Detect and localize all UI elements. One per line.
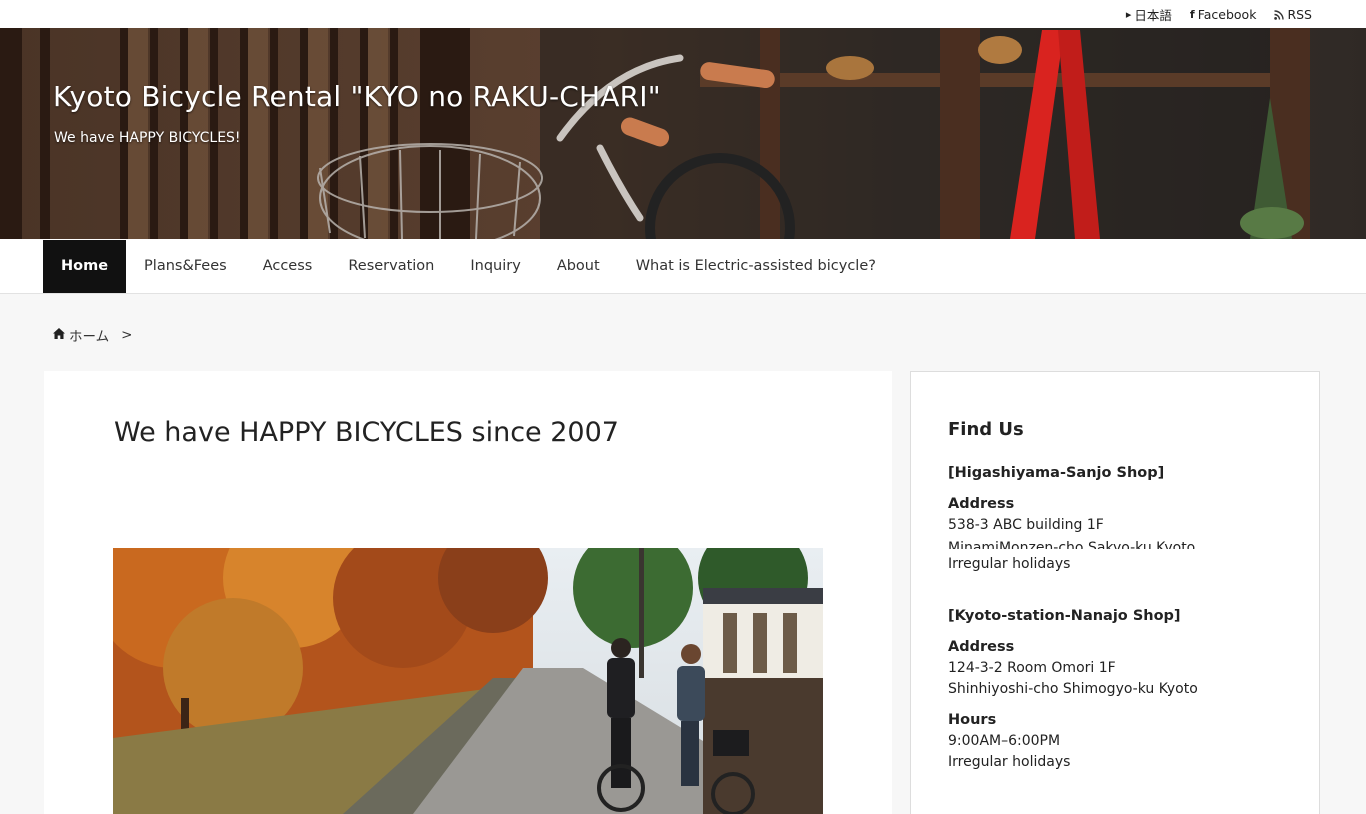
nav-item-reservation[interactable]: Reservation [330, 240, 452, 293]
top-utility-bar: ▸ 日本語 f Facebook RSS [0, 0, 1366, 28]
rss-link[interactable]: RSS [1274, 5, 1312, 24]
shop2-address-line2: Shinhiyoshi-cho Shimogyo-ku Kyoto [948, 681, 1198, 697]
shop1-holidays: Irregular holidays [948, 556, 1071, 572]
main-navigation: Home Plans&Fees Access Reservation Inqui… [0, 239, 1366, 294]
shop1-address-line1: 538-3 ABC building 1F [948, 517, 1104, 533]
facebook-icon: f [1189, 8, 1195, 21]
site-description: We have HAPPY BICYCLES! [54, 130, 241, 146]
site-title[interactable]: Kyoto Bicycle Rental "KYO no RAKU-CHARI" [53, 80, 661, 113]
caret-right-icon: ▸ [1125, 8, 1132, 21]
shop2-address-line1: 124-3-2 Room Omori 1F [948, 660, 1116, 676]
top-links: ▸ 日本語 f Facebook RSS [1126, 5, 1312, 24]
page-heading: We have HAPPY BICYCLES since 2007 [114, 417, 619, 448]
nav-item-access[interactable]: Access [245, 240, 331, 293]
shop2-holidays: Irregular holidays [948, 754, 1071, 770]
shop2-hours-label: Hours [948, 712, 997, 728]
nav-item-plans-fees[interactable]: Plans&Fees [126, 240, 245, 293]
header-banner: Kyoto Bicycle Rental "KYO no RAKU-CHARI"… [0, 28, 1366, 239]
shop1-address-line2: MinamiMonzen-cho Sakyo-ku Kyoto [948, 540, 1196, 549]
home-icon [53, 327, 65, 343]
facebook-link[interactable]: f Facebook [1190, 5, 1257, 24]
breadcrumb: ホーム > [53, 325, 132, 345]
main-content: We have HAPPY BICYCLES since 2007 [44, 371, 892, 814]
sidebar-title: Find Us [948, 419, 1024, 440]
nav-item-home[interactable]: Home [43, 240, 127, 293]
nav-item-about[interactable]: About [539, 240, 618, 293]
cyclists-photo [113, 548, 823, 814]
shop2-hours: 9:00AM–6:00PM [948, 733, 1061, 749]
breadcrumb-separator: > [121, 327, 133, 343]
nav-item-inquiry[interactable]: Inquiry [452, 240, 538, 293]
breadcrumb-home-link[interactable]: ホーム [69, 325, 109, 345]
shop2-address-label: Address [948, 639, 1015, 655]
rss-icon [1274, 9, 1285, 20]
sidebar-find-us: Find Us [Higashiyama-Sanjo Shop] Address… [910, 371, 1320, 814]
language-link[interactable]: ▸ 日本語 [1126, 5, 1172, 24]
shop2-name: [Kyoto-station-Nanajo Shop] [948, 608, 1181, 624]
shop1-address-label: Address [948, 496, 1015, 512]
nav-item-electric-bicycle[interactable]: What is Electric-assisted bicycle? [618, 240, 894, 293]
shop1-name: [Higashiyama-Sanjo Shop] [948, 465, 1165, 481]
